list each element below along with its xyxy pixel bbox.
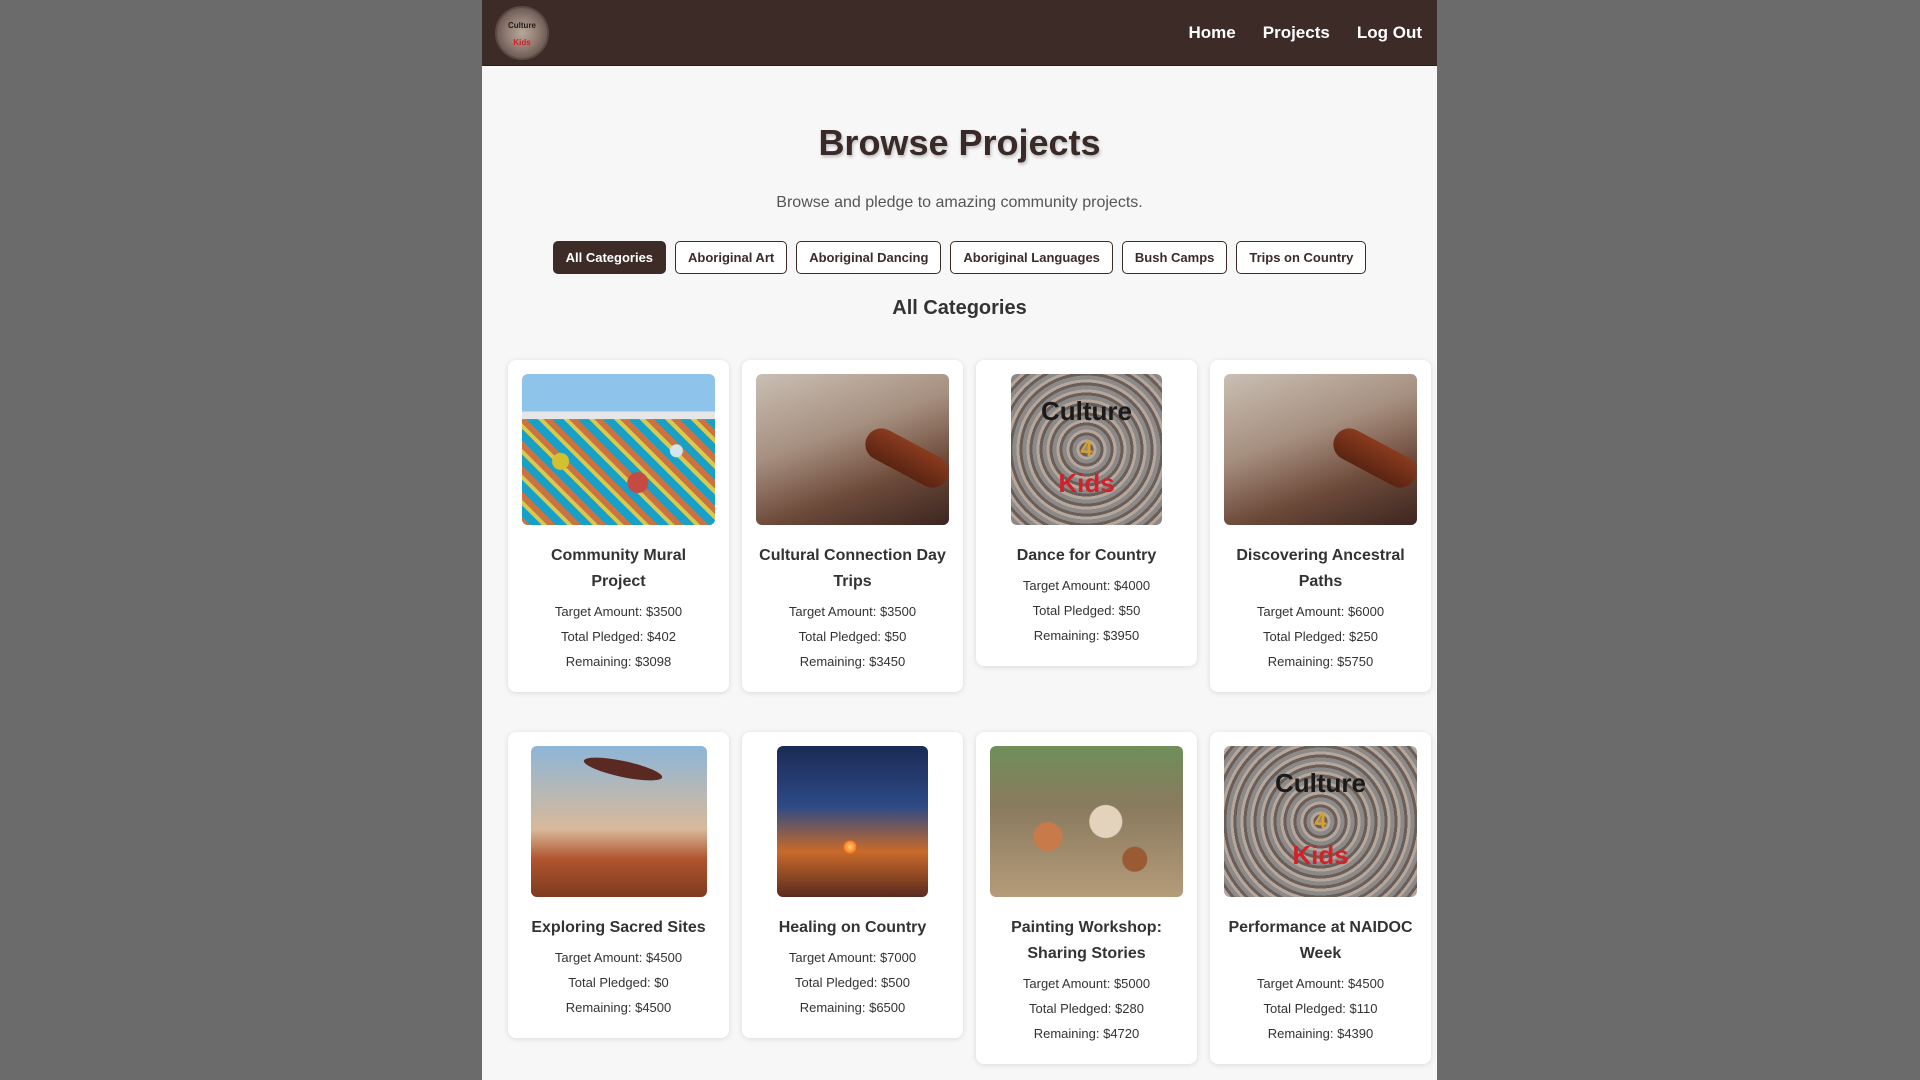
- project-title[interactable]: Healing on Country: [756, 915, 949, 941]
- image-logo-line1: Culture: [1041, 396, 1132, 426]
- nav-link-logout[interactable]: Log Out: [1357, 23, 1422, 43]
- category-filters: All Categories Aboriginal Art Aboriginal…: [482, 241, 1437, 274]
- project-pledged: Total Pledged: $50: [798, 629, 907, 644]
- filter-aboriginal-languages[interactable]: Aboriginal Languages: [950, 241, 1113, 274]
- project-remaining: Remaining: $3098: [565, 654, 672, 669]
- project-card[interactable]: Exploring Sacred Sites Target Amount: $4…: [508, 732, 729, 1038]
- project-target: Target Amount: $7000: [788, 950, 917, 965]
- project-card[interactable]: Healing on Country Target Amount: $7000 …: [742, 732, 963, 1038]
- project-image-painting-workshop[interactable]: [990, 746, 1183, 897]
- project-image-didgeridoo[interactable]: [1224, 374, 1417, 525]
- project-title[interactable]: Performance at NAIDOC Week: [1224, 915, 1417, 967]
- image-logo-line1: Culture: [1275, 768, 1366, 798]
- project-target: Target Amount: $5000: [1022, 976, 1151, 991]
- project-image-boomerang[interactable]: [530, 746, 707, 897]
- project-pledged: Total Pledged: $110: [1263, 1001, 1378, 1016]
- nav-link-projects[interactable]: Projects: [1263, 23, 1330, 43]
- project-pledged: Total Pledged: $280: [1029, 1001, 1144, 1016]
- project-pledged: Total Pledged: $50: [1032, 603, 1141, 618]
- image-logo-line2: 4: [1314, 808, 1327, 833]
- image-logo-line2: 4: [1080, 436, 1093, 461]
- logo[interactable]: Culture Kids: [495, 5, 549, 60]
- filter-aboriginal-dancing[interactable]: Aboriginal Dancing: [796, 241, 942, 274]
- logo-text-culture: Culture: [508, 20, 536, 30]
- project-remaining: Remaining: $6500: [799, 1000, 906, 1015]
- project-image-mural[interactable]: [522, 374, 715, 525]
- project-image-night-camp[interactable]: [777, 746, 928, 897]
- project-remaining: Remaining: $4500: [565, 1000, 672, 1015]
- project-remaining: Remaining: $3450: [799, 654, 906, 669]
- project-card[interactable]: Culture 4 Kids Dance for Country Target …: [976, 360, 1197, 666]
- project-remaining: Remaining: $5750: [1267, 654, 1374, 669]
- project-card[interactable]: Painting Workshop: Sharing Stories Targe…: [976, 732, 1197, 1064]
- project-card[interactable]: Discovering Ancestral Paths Target Amoun…: [1210, 360, 1431, 692]
- nav-link-home[interactable]: Home: [1189, 23, 1236, 43]
- project-remaining: Remaining: $3950: [1033, 628, 1140, 643]
- page-title: Browse Projects: [818, 122, 1101, 163]
- navbar: Culture Kids Home Projects Log Out: [482, 0, 1437, 66]
- project-pledged: Total Pledged: $500: [795, 975, 910, 990]
- filter-bush-camps[interactable]: Bush Camps: [1121, 241, 1228, 274]
- project-remaining: Remaining: $4390: [1267, 1026, 1374, 1041]
- project-title[interactable]: Painting Workshop: Sharing Stories: [990, 915, 1183, 967]
- logo-text-kids: Kids: [513, 37, 531, 47]
- project-pledged: Total Pledged: $250: [1263, 629, 1378, 644]
- filter-aboriginal-art[interactable]: Aboriginal Art: [675, 241, 788, 274]
- project-card[interactable]: Cultural Connection Day Trips Target Amo…: [742, 360, 963, 692]
- filter-trips-on-country[interactable]: Trips on Country: [1236, 241, 1367, 274]
- project-title[interactable]: Community Mural Project: [522, 543, 715, 595]
- project-title[interactable]: Exploring Sacred Sites: [522, 915, 715, 941]
- project-image-culture-4-kids[interactable]: Culture 4 Kids: [1224, 746, 1417, 897]
- project-image-didgeridoo[interactable]: [756, 374, 949, 525]
- image-logo-line3: Kids: [1058, 468, 1115, 498]
- project-target: Target Amount: $4500: [554, 950, 683, 965]
- project-pledged: Total Pledged: $0: [568, 975, 669, 990]
- project-target: Target Amount: $4500: [1256, 976, 1385, 991]
- project-grid: Community Mural Project Target Amount: $…: [508, 360, 1432, 1064]
- project-title[interactable]: Cultural Connection Day Trips: [756, 543, 949, 595]
- page: Culture Kids Home Projects Log Out Brows…: [482, 0, 1437, 1080]
- section-title: All Categories: [892, 297, 1027, 319]
- project-target: Target Amount: $6000: [1256, 604, 1385, 619]
- project-pledged: Total Pledged: $402: [561, 629, 676, 644]
- project-title[interactable]: Dance for Country: [990, 543, 1183, 569]
- image-logo-line3: Kids: [1292, 840, 1349, 870]
- page-subtitle: Browse and pledge to amazing community p…: [776, 194, 1143, 211]
- project-image-culture-4-kids[interactable]: Culture 4 Kids: [1011, 374, 1162, 525]
- project-target: Target Amount: $3500: [554, 604, 683, 619]
- project-target: Target Amount: $3500: [788, 604, 917, 619]
- project-card[interactable]: Community Mural Project Target Amount: $…: [508, 360, 729, 692]
- project-remaining: Remaining: $4720: [1033, 1026, 1140, 1041]
- nav-links: Home Projects Log Out: [1189, 23, 1422, 43]
- filter-all-categories[interactable]: All Categories: [552, 241, 667, 274]
- project-card[interactable]: Culture 4 Kids Performance at NAIDOC Wee…: [1210, 732, 1431, 1064]
- project-title[interactable]: Discovering Ancestral Paths: [1224, 543, 1417, 595]
- project-target: Target Amount: $4000: [1022, 578, 1151, 593]
